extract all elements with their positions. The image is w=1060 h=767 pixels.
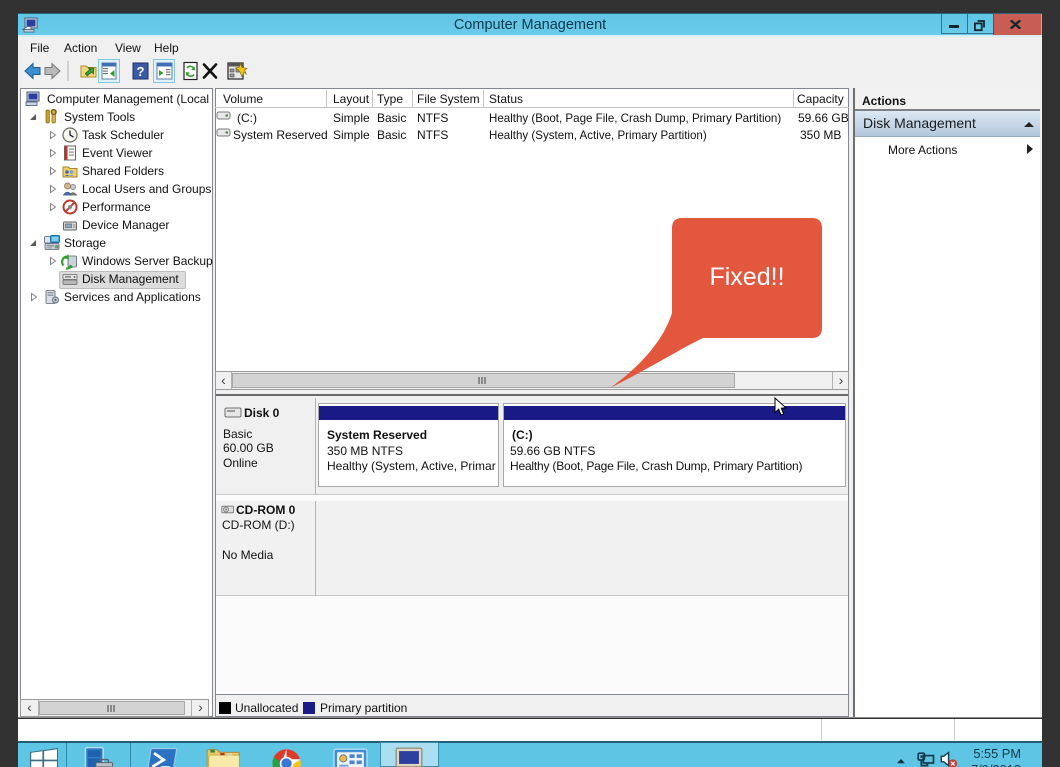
svg-text:?: ?	[137, 64, 145, 79]
svg-text:Fixed!!: Fixed!!	[709, 263, 784, 291]
